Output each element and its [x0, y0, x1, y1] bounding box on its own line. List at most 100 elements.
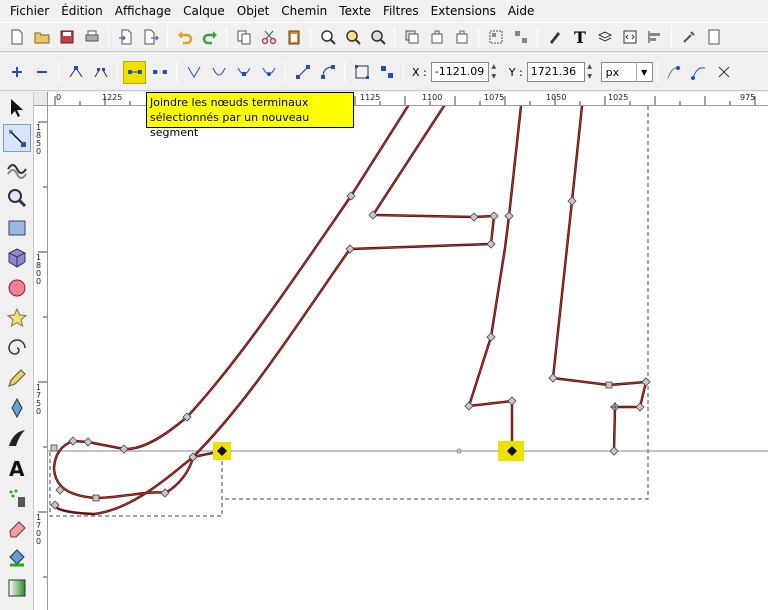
star-tool-icon[interactable] [3, 304, 31, 332]
stroke-to-path-icon[interactable] [375, 61, 398, 84]
menu-calque[interactable]: Calque [177, 0, 231, 22]
ellipse-tool-icon[interactable] [3, 274, 31, 302]
selection-bbox [49, 450, 223, 517]
x-coordinate-label: X : [412, 65, 427, 79]
gradient-tool-icon[interactable] [3, 574, 31, 602]
delete-node-icon[interactable] [30, 61, 53, 84]
toolbox: A [0, 92, 34, 610]
insert-node-icon[interactable] [5, 61, 28, 84]
edit-clip-icon[interactable] [713, 61, 736, 84]
menu-extensions[interactable]: Extensions [425, 0, 502, 22]
unit-select[interactable]: px ▼ [600, 62, 653, 82]
right-leg-path [551, 106, 648, 453]
v-ruler-label: 1800 [36, 253, 42, 286]
segment-to-line-icon[interactable] [291, 61, 314, 84]
join-endnodes-segment-icon[interactable] [123, 60, 146, 84]
zoom-page-icon[interactable] [366, 26, 389, 49]
ungroup-icon[interactable] [509, 26, 532, 49]
document-properties-icon[interactable] [702, 26, 725, 49]
menu-fichier[interactable]: Fichier [4, 0, 55, 22]
menu-affichage[interactable]: Affichage [109, 0, 177, 22]
layers-icon[interactable] [593, 26, 616, 49]
segment-to-curve-icon[interactable] [316, 61, 339, 84]
3d-box-tool-icon[interactable] [3, 244, 31, 272]
paste-icon[interactable] [282, 26, 305, 49]
zoom-selection-icon[interactable] [316, 26, 339, 49]
v-ruler-label: 1700 [36, 513, 42, 546]
chevron-down-icon: ▼ [635, 63, 652, 81]
copy-icon[interactable] [232, 26, 255, 49]
menu-texte[interactable]: Texte [333, 0, 377, 22]
vertical-ruler[interactable]: 1850 1800 1750 1700 [34, 106, 48, 610]
h-ruler-label: 1225 [102, 93, 123, 102]
pencil-tool-icon[interactable] [3, 364, 31, 392]
y-coordinate-control: Y : 1721.36 ▲ ▼ [509, 62, 601, 82]
y-spin-arrows-icon[interactable]: ▲ ▼ [585, 62, 595, 82]
tweak-tool-icon[interactable] [3, 154, 31, 182]
clone-icon[interactable] [425, 26, 448, 49]
zoom-drawing-icon[interactable] [341, 26, 364, 49]
delete-segment-icon[interactable] [148, 61, 171, 84]
eraser-tool-icon[interactable] [3, 514, 31, 542]
pen-bezier-tool-icon[interactable] [3, 394, 31, 422]
duplicate-icon[interactable] [400, 26, 423, 49]
rectangle-tool-icon[interactable] [3, 214, 31, 242]
y-coordinate-input[interactable]: 1721.36 [526, 62, 585, 82]
h-ruler-label: 1100 [422, 93, 443, 102]
menu-bar: Fichier Édition Affichage Calque Objet C… [0, 0, 768, 22]
symmetric-node-icon[interactable] [232, 61, 255, 84]
show-handles-icon[interactable] [663, 61, 686, 84]
auto-smooth-node-icon[interactable] [257, 61, 280, 84]
show-outline-icon[interactable] [688, 61, 711, 84]
h-ruler-label-0: 0 [56, 93, 62, 102]
calligraphy-tool-icon[interactable] [3, 424, 31, 452]
h-ruler-label: 1025 [608, 93, 629, 102]
node-tool-controls: X : -1121.09 ▲ ▼ Y : 1721.36 ▲ ▼ px ▼ [0, 53, 768, 91]
x-spin-arrows-icon[interactable]: ▲ ▼ [489, 62, 499, 82]
print-icon[interactable] [80, 26, 103, 49]
tooltip-line-2: sélectionnés par un nouveau segment [150, 111, 310, 139]
path-nodes [50, 191, 651, 510]
save-icon[interactable] [55, 26, 78, 49]
zoom-tool-icon[interactable] [3, 184, 31, 212]
v-ruler-label: 1750 [36, 383, 42, 416]
preferences-icon[interactable] [677, 26, 700, 49]
outer-stroke-path [52, 106, 410, 500]
commands-toolbar: T [0, 22, 768, 52]
drawing-canvas[interactable] [48, 106, 768, 610]
align-icon[interactable] [643, 26, 666, 49]
object-to-path-icon[interactable] [350, 61, 373, 84]
export-icon[interactable] [139, 26, 162, 49]
menu-filtres[interactable]: Filtres [377, 0, 425, 22]
unit-value: px [605, 65, 620, 79]
undo-icon[interactable] [173, 26, 196, 49]
break-path-icon[interactable] [89, 61, 112, 84]
text-font-icon[interactable]: T [568, 26, 591, 49]
inner-stroke-path [53, 106, 496, 516]
open-folder-icon[interactable] [30, 26, 53, 49]
h-ruler-label: 1075 [484, 93, 505, 102]
text-tool-icon[interactable]: A [3, 454, 31, 482]
join-nodes-icon[interactable] [64, 61, 87, 84]
new-document-icon[interactable] [5, 26, 28, 49]
cusp-node-icon[interactable] [182, 61, 205, 84]
spray-tool-icon[interactable] [3, 484, 31, 512]
menu-aide[interactable]: Aide [502, 0, 541, 22]
cut-icon[interactable] [257, 26, 280, 49]
menu-edition[interactable]: Édition [55, 0, 109, 22]
xml-editor-icon[interactable] [618, 26, 641, 49]
menu-chemin[interactable]: Chemin [275, 0, 333, 22]
smooth-node-icon[interactable] [207, 61, 230, 84]
menu-objet[interactable]: Objet [231, 0, 275, 22]
spiral-tool-icon[interactable] [3, 334, 31, 362]
selector-tool-icon[interactable] [3, 94, 31, 122]
import-icon[interactable] [114, 26, 137, 49]
fill-stroke-icon[interactable] [543, 26, 566, 49]
ruler-corner [34, 92, 48, 106]
node-tool-icon[interactable] [3, 124, 31, 152]
x-coordinate-input[interactable]: -1121.09 [430, 62, 489, 82]
group-icon[interactable] [484, 26, 507, 49]
unlink-clone-icon[interactable] [450, 26, 473, 49]
paint-bucket-tool-icon[interactable] [3, 544, 31, 572]
redo-icon[interactable] [198, 26, 221, 49]
